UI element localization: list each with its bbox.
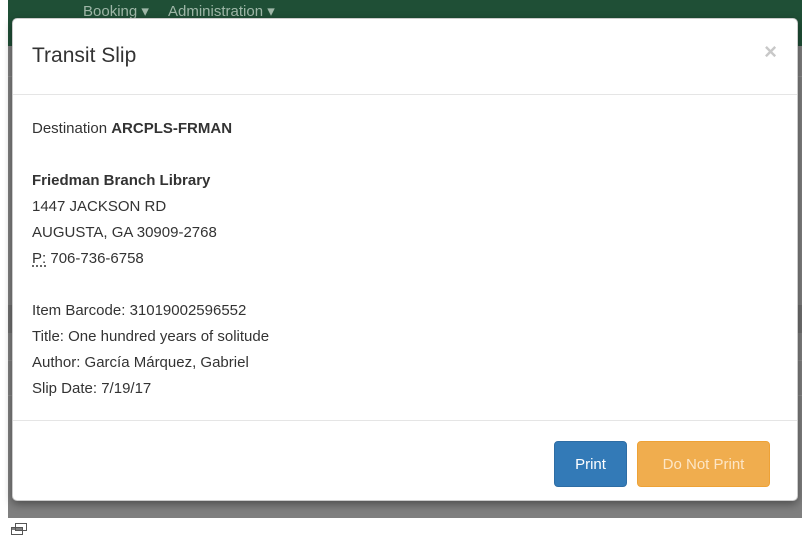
- modal-body: Destination ARCPLS-FRMAN Friedman Branch…: [13, 96, 797, 420]
- item-author-label: Author:: [32, 354, 81, 371]
- item-author-line: Author: García Márquez, Gabriel: [32, 350, 778, 376]
- phone-abbr: P:: [32, 250, 47, 267]
- branch-phone: 706-736-6758: [50, 250, 144, 267]
- close-icon[interactable]: ×: [764, 41, 777, 63]
- item-barcode: 31019002596552: [129, 302, 247, 319]
- branch-city-state-zip: AUGUSTA, GA 30909-2768: [32, 224, 217, 241]
- destination-label: Destination: [32, 120, 108, 137]
- resize-window-icon[interactable]: [10, 521, 34, 535]
- modal-footer: Print Do Not Print: [13, 420, 797, 502]
- item-title-line: Title: One hundred years of solitude: [32, 324, 778, 350]
- item-title-label: Title:: [32, 328, 64, 345]
- branch-name: Friedman Branch Library: [32, 172, 211, 189]
- print-button[interactable]: Print: [554, 441, 627, 487]
- modal-title: Transit Slip: [32, 44, 137, 67]
- slip-date: 7/19/17: [101, 380, 152, 397]
- item-author: García Márquez, Gabriel: [84, 354, 249, 371]
- slip-date-line: Slip Date: 7/19/17: [32, 376, 778, 402]
- slip-date-label: Slip Date:: [32, 380, 98, 397]
- destination-line: Destination ARCPLS-FRMAN: [32, 116, 778, 142]
- branch-phone-line: P: 706-736-6758: [32, 246, 778, 272]
- item-barcode-line: Item Barcode: 31019002596552: [32, 298, 778, 324]
- item-title: One hundred years of solitude: [68, 328, 270, 345]
- do-not-print-button[interactable]: Do Not Print: [637, 441, 770, 487]
- item-barcode-label: Item Barcode:: [32, 302, 126, 319]
- transit-slip-modal: Transit Slip × Destination ARCPLS-FRMAN …: [12, 18, 798, 501]
- modal-header: Transit Slip ×: [13, 19, 797, 95]
- destination-code: ARCPLS-FRMAN: [111, 120, 233, 137]
- branch-street: 1447 JACKSON RD: [32, 198, 167, 215]
